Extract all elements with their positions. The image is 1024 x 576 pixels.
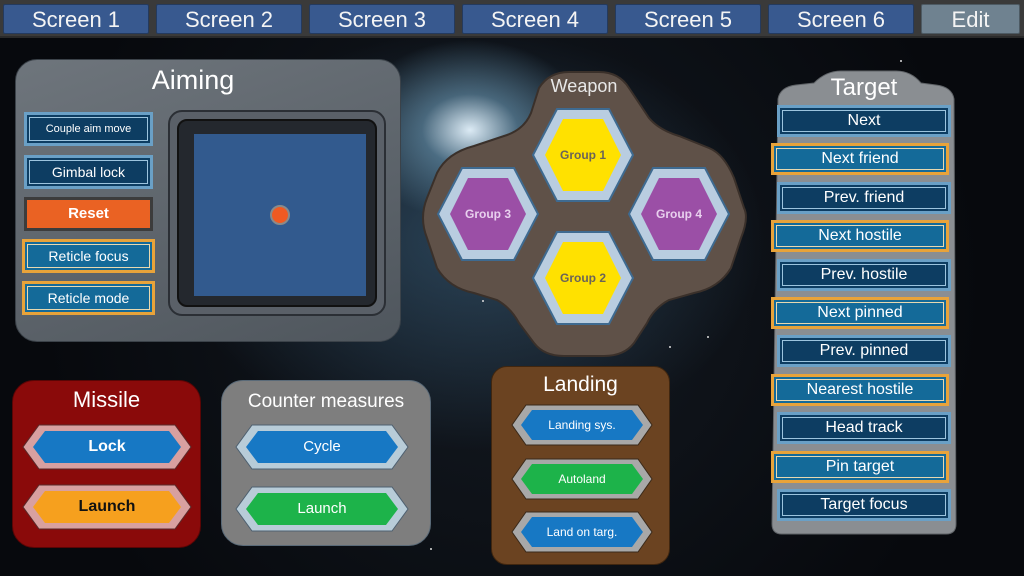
aim-pad-frame	[168, 110, 386, 316]
counter-launch-label: Launch	[297, 500, 347, 517]
counter-cycle-button[interactable]: Cycle	[234, 423, 410, 471]
edit-button[interactable]: Edit	[921, 4, 1020, 34]
counter-measures-panel: Counter measures Cycle Launch	[221, 380, 431, 546]
weapon-title: Weapon	[550, 76, 618, 96]
weapon-group-3-button[interactable]: Group 3	[436, 164, 540, 264]
aiming-title: Aiming	[151, 65, 235, 95]
tab-screen-2[interactable]: Screen 2	[156, 4, 302, 34]
target-target-focus-button[interactable]: Target focus	[777, 489, 951, 521]
missile-title: Missile	[72, 387, 141, 412]
landing-sys-button[interactable]: Landing sys.	[510, 403, 654, 447]
landing-panel: Landing Landing sys. Autoland Land on ta…	[491, 366, 670, 565]
couple-aim-move-button[interactable]: Couple aim move	[24, 112, 153, 146]
aiming-panel: Aiming Couple aim move Gimbal lock Reset…	[15, 59, 401, 342]
target-next-hostile-button[interactable]: Next hostile	[771, 220, 949, 253]
target-prev-pinned-button[interactable]: Prev. pinned	[777, 335, 951, 368]
aim-dot-handle[interactable]	[270, 205, 290, 225]
weapon-group-3-label: Group 3	[464, 207, 511, 221]
reticle-mode-button[interactable]: Reticle mode	[22, 281, 155, 315]
weapon-group-2-label: Group 2	[559, 271, 606, 285]
weapon-group-1-label: Group 1	[559, 148, 606, 162]
screen-tab-bar: Screen 1 Screen 2 Screen 3 Screen 4 Scre…	[0, 0, 1024, 38]
target-next-button[interactable]: Next	[777, 105, 951, 137]
reset-button[interactable]: Reset	[24, 197, 153, 231]
counter-launch-button[interactable]: Launch	[234, 485, 410, 533]
land-on-target-button[interactable]: Land on targ.	[510, 510, 654, 554]
autoland-button[interactable]: Autoland	[510, 457, 654, 501]
counter-measures-title: Counter measures	[247, 391, 405, 412]
weapon-group-4-button[interactable]: Group 4	[627, 164, 731, 264]
star	[900, 60, 902, 62]
landing-title: Landing	[543, 373, 618, 396]
missile-launch-button[interactable]: Launch	[21, 483, 193, 531]
target-head-track-button[interactable]: Head track	[777, 412, 951, 445]
reticle-focus-button[interactable]: Reticle focus	[22, 239, 155, 273]
missile-lock-button[interactable]: Lock	[21, 423, 193, 471]
autoland-label: Autoland	[558, 472, 606, 486]
landing-sys-label: Landing sys.	[548, 418, 616, 432]
target-prev-hostile-button[interactable]: Prev. hostile	[777, 258, 951, 291]
tab-screen-6[interactable]: Screen 6	[768, 4, 914, 34]
missile-launch-label: Launch	[78, 498, 136, 515]
weapon-group-1-button[interactable]: Group 1	[531, 105, 635, 205]
target-panel: Target Next Next friend Prev. friend Next h…	[766, 69, 962, 536]
target-next-pinned-button[interactable]: Next pinned	[771, 297, 949, 329]
tab-screen-3[interactable]: Screen 3	[309, 4, 455, 34]
land-on-target-label: Land on targ.	[546, 525, 618, 539]
missile-panel: Missile Lock Launch	[12, 380, 201, 548]
weapon-group-4-label: Group 4	[655, 207, 702, 221]
target-title: Target	[830, 74, 898, 101]
weapon-panel: Weapon Group 1 Group 2 Group 3 Group 4	[419, 68, 749, 358]
gimbal-lock-button[interactable]: Gimbal lock	[24, 155, 153, 189]
tab-screen-4[interactable]: Screen 4	[462, 4, 608, 34]
target-prev-friend-button[interactable]: Prev. friend	[777, 181, 951, 214]
missile-lock-label: Lock	[88, 438, 126, 455]
aim-pad[interactable]	[194, 134, 366, 296]
target-nearest-hostile-button[interactable]: Nearest hostile	[771, 373, 949, 406]
target-next-friend-button[interactable]: Next friend	[771, 143, 949, 176]
weapon-group-2-button[interactable]: Group 2	[531, 228, 635, 328]
tab-screen-1[interactable]: Screen 1	[3, 4, 149, 34]
counter-cycle-label: Cycle	[303, 438, 341, 455]
star	[430, 548, 432, 550]
tab-screen-5[interactable]: Screen 5	[615, 4, 761, 34]
target-pin-target-button[interactable]: Pin target	[771, 450, 949, 483]
